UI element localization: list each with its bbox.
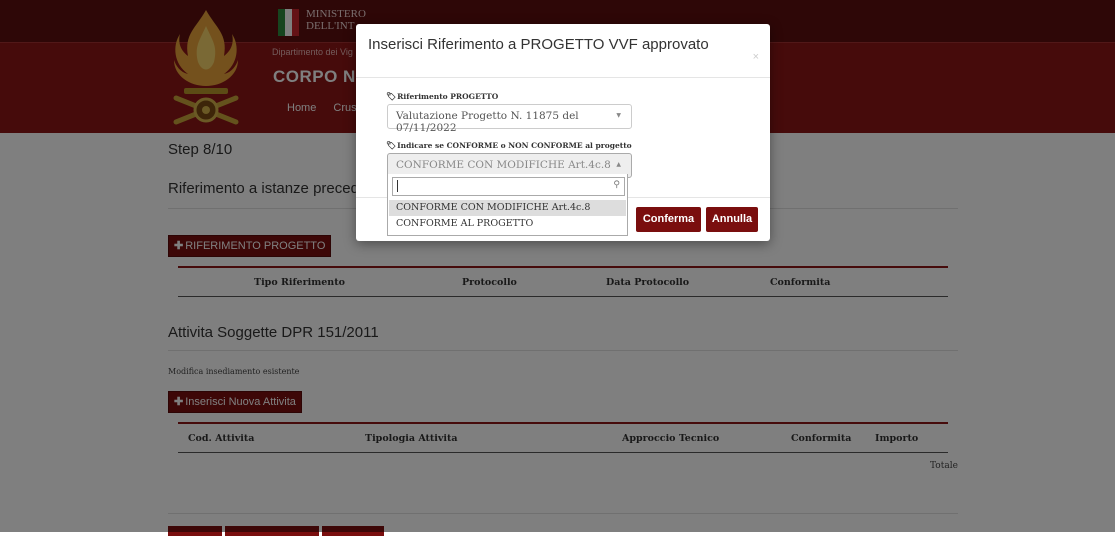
chevron-up-icon: ▲ [616, 161, 621, 168]
modal-header-divider [356, 77, 770, 78]
text-cursor [397, 180, 398, 192]
tag-icon: 🏷 [386, 91, 397, 101]
tag-icon: 🏷 [386, 140, 397, 150]
dropdown-search-input[interactable]: ⚲ [392, 177, 625, 196]
riferimento-progetto-value: Valutazione Progetto N. 11875 del 07/11/… [396, 110, 579, 134]
modal-title: Inserisci Riferimento a PROGETTO VVF app… [368, 36, 709, 53]
riferimento-progetto-label-text: Riferimento PROGETTO [397, 92, 499, 101]
riferimento-progetto-select[interactable]: Valutazione Progetto N. 11875 del 07/11/… [387, 104, 632, 134]
option-conforme-al-progetto[interactable]: CONFORME AL PROGETTO [389, 216, 626, 232]
conformita-value: CONFORME CON MODIFICHE Art.4c.8 [396, 159, 611, 171]
option-conforme-con-modifiche[interactable]: CONFORME CON MODIFICHE Art.4c.8 [389, 200, 626, 216]
riferimento-progetto-label: 🏷Riferimento PROGETTO [386, 91, 498, 101]
riferimento-progetto-modal: Inserisci Riferimento a PROGETTO VVF app… [356, 24, 770, 241]
conformita-label-text: Indicare se CONFORME o NON CONFORME al p… [397, 141, 632, 150]
close-icon[interactable]: × [753, 51, 759, 63]
conferma-button[interactable]: Conferma [636, 207, 701, 232]
chevron-down-icon: ▼ [616, 112, 621, 119]
search-icon: ⚲ [613, 180, 620, 190]
annulla-button[interactable]: Annulla [706, 207, 758, 232]
conformita-label: 🏷Indicare se CONFORME o NON CONFORME al … [386, 140, 632, 150]
conformita-dropdown: ⚲ CONFORME CON MODIFICHE Art.4c.8 CONFOR… [387, 174, 628, 236]
